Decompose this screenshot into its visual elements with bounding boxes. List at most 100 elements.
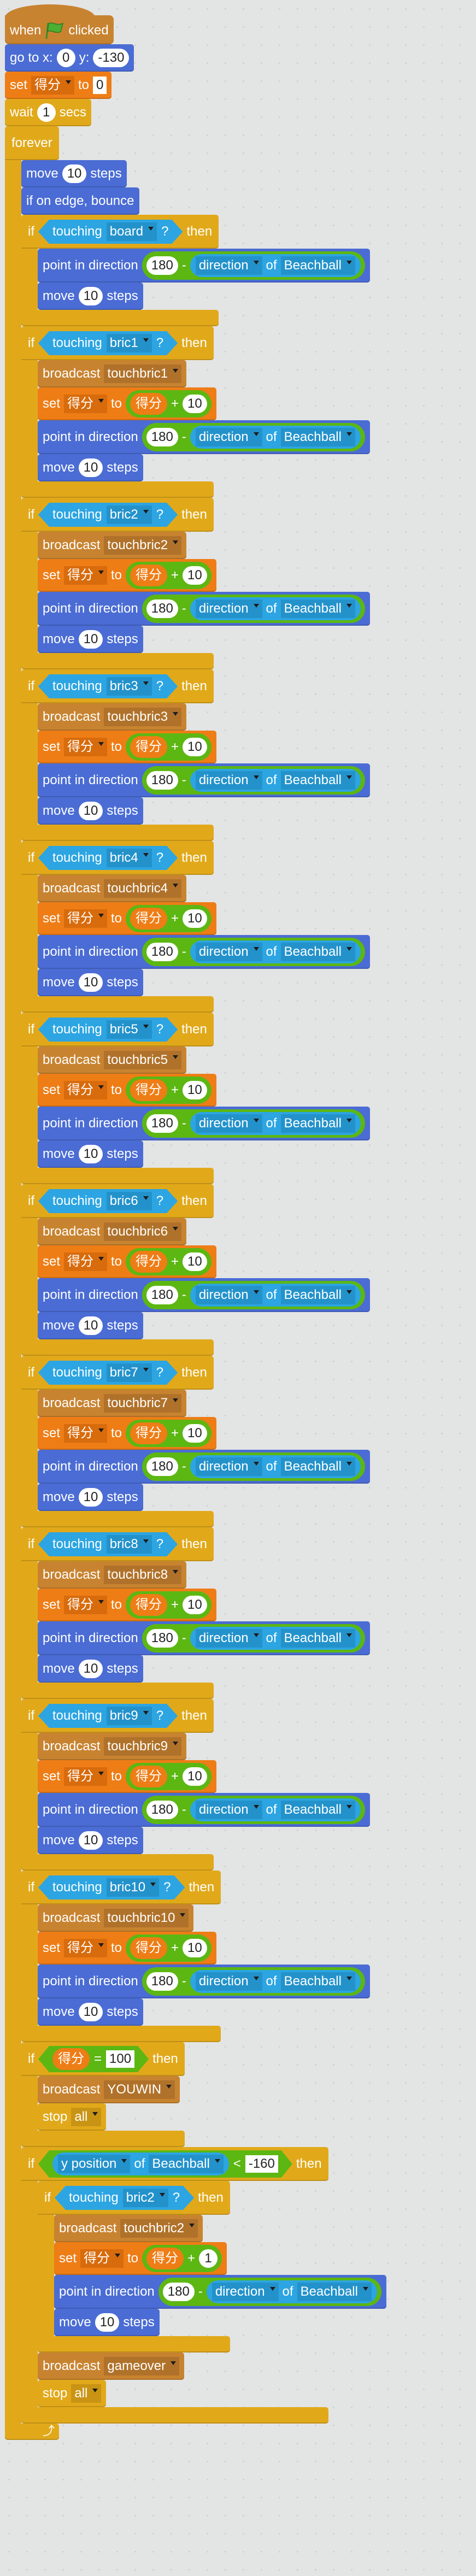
number-input[interactable]: 180 bbox=[162, 2283, 195, 2301]
set-block[interactable]: set 得分 to 得分 +10 bbox=[38, 1760, 216, 1793]
move-block[interactable]: move 10 steps bbox=[38, 1998, 143, 2026]
dropdown-bric8[interactable]: bric8 bbox=[107, 1535, 152, 1554]
text-input[interactable]: 100 bbox=[106, 2050, 134, 2068]
dropdown-direction[interactable]: direction bbox=[195, 943, 262, 961]
number-input[interactable]: 180 bbox=[146, 1286, 178, 1304]
number-input[interactable]: 10 bbox=[183, 1596, 207, 1614]
operators-reporter[interactable]: 180- direction of Beachball bbox=[142, 1796, 365, 1824]
operators-reporter[interactable]: 得分 +10 bbox=[126, 1591, 211, 1619]
dropdown-touchbric5[interactable]: touchbric5 bbox=[104, 1051, 182, 1069]
move-block[interactable]: move 10 steps bbox=[38, 283, 143, 310]
dropdown-arrow-icon[interactable] bbox=[173, 540, 179, 544]
if-block[interactable]: if touching bric2? then broadcast touchbric2 s… bbox=[21, 498, 370, 669]
dropdown-gameover[interactable]: gameover bbox=[104, 2357, 180, 2375]
dropdown-beachball[interactable]: Beachball bbox=[280, 1114, 355, 1133]
dropdown-youwin[interactable]: YOUWIN bbox=[104, 2080, 175, 2099]
dropdown-touchbric2[interactable]: touchbric2 bbox=[104, 536, 182, 555]
set-block[interactable]: set 得分 to 得分 +10 bbox=[38, 1932, 216, 1965]
variables-reporter[interactable]: 得分 bbox=[130, 1422, 168, 1444]
point-in-direction-block[interactable]: point in direction 180- direction of Beachba… bbox=[38, 1107, 370, 1140]
number-input[interactable]: 10 bbox=[183, 566, 207, 585]
sensing-boolean[interactable]: touching bric6? bbox=[38, 1189, 178, 1213]
if-block[interactable]: if touching bric3? then broadcast touchbric3 s… bbox=[21, 669, 370, 841]
dropdown-arrow-icon[interactable] bbox=[173, 1055, 179, 1059]
move-block[interactable]: move 10 steps bbox=[38, 626, 143, 653]
dropdown-touchbric8[interactable]: touchbric8 bbox=[104, 1566, 182, 1584]
dropdown-arrow-icon[interactable] bbox=[66, 80, 72, 84]
dropdown-arrow-icon[interactable] bbox=[143, 510, 149, 514]
sensing-reporter[interactable]: direction of Beachball bbox=[190, 1284, 361, 1307]
operators-reporter[interactable]: 180- direction of Beachball bbox=[142, 766, 365, 795]
dropdown-arrow-icon[interactable] bbox=[121, 2159, 127, 2163]
operators-reporter[interactable]: 得分 +10 bbox=[126, 562, 211, 589]
sensing-boolean[interactable]: touching bric4? bbox=[38, 846, 178, 870]
broadcast-block[interactable]: broadcast touchbric6 bbox=[38, 1218, 187, 1245]
dropdown-得分[interactable]: 得分 bbox=[31, 76, 75, 95]
dropdown-arrow-icon[interactable] bbox=[92, 2112, 98, 2116]
point-in-direction-block[interactable]: point in direction 180- direction of Beachba… bbox=[38, 1278, 370, 1312]
number-input[interactable]: 10 bbox=[78, 458, 103, 477]
operators-reporter[interactable]: 180- direction of Beachball bbox=[142, 251, 365, 280]
sensing-boolean[interactable]: touching bric2? bbox=[38, 503, 178, 527]
number-input[interactable]: 10 bbox=[183, 738, 207, 756]
number-input[interactable]: 180 bbox=[146, 1801, 178, 1819]
if-block-header[interactable]: if y position of Beachball < -160 then bbox=[21, 2147, 328, 2181]
if-block-header[interactable]: if touching bric2? then bbox=[38, 2181, 230, 2215]
number-input[interactable]: 10 bbox=[183, 1767, 207, 1786]
if-block[interactable]: if y position of Beachball < -160 then if touchi… bbox=[21, 2147, 386, 2424]
dropdown-arrow-icon[interactable] bbox=[346, 1977, 352, 1980]
dropdown-得分[interactable]: 得分 bbox=[64, 738, 108, 756]
if-block-header[interactable]: if touching board? then bbox=[21, 215, 219, 249]
variables-reporter[interactable]: 得分 bbox=[130, 1594, 168, 1616]
if-block[interactable]: if touching bric10? then broadcast touchbric1… bbox=[21, 1871, 370, 2042]
number-input[interactable]: 10 bbox=[78, 1316, 103, 1335]
operators-reporter[interactable]: 180- direction of Beachball bbox=[142, 1452, 365, 1481]
dropdown-arrow-icon[interactable] bbox=[346, 1119, 352, 1122]
dropdown-bric2[interactable]: bric2 bbox=[107, 505, 152, 524]
broadcast-block[interactable]: broadcast touchbric10 bbox=[38, 1904, 194, 1932]
dropdown-得分[interactable]: 得分 bbox=[80, 2249, 124, 2268]
dropdown-direction[interactable]: direction bbox=[195, 1629, 262, 1648]
number-input[interactable]: 10 bbox=[78, 2003, 103, 2021]
point-in-direction-block[interactable]: point in direction 180- direction of Beachba… bbox=[38, 935, 370, 969]
number-input[interactable]: 10 bbox=[183, 1081, 207, 1099]
dropdown-arrow-icon[interactable] bbox=[150, 1883, 156, 1886]
number-input[interactable]: 0 bbox=[56, 49, 75, 67]
operators-boolean[interactable]: y position of Beachball < -160 bbox=[38, 2150, 292, 2178]
if-block-header[interactable]: if touching bric8? then bbox=[21, 1527, 214, 1561]
if-block-header[interactable]: if touching bric6? then bbox=[21, 1184, 214, 1218]
dropdown-touchbric10[interactable]: touchbric10 bbox=[104, 1909, 189, 1927]
dropdown-arrow-icon[interactable] bbox=[98, 571, 104, 574]
point-in-direction-block[interactable]: point in direction 180- direction of Beachba… bbox=[38, 249, 370, 283]
dropdown-board[interactable]: board bbox=[107, 222, 157, 241]
number-input[interactable]: 180 bbox=[146, 1629, 178, 1648]
dropdown-得分[interactable]: 得分 bbox=[64, 566, 108, 585]
dropdown-arrow-icon[interactable] bbox=[143, 1025, 149, 1028]
broadcast-block[interactable]: broadcast touchbric3 bbox=[38, 703, 187, 731]
dropdown-得分[interactable]: 得分 bbox=[64, 1252, 108, 1271]
dropdown-beachball[interactable]: Beachball bbox=[280, 771, 355, 790]
if-block[interactable]: if touching bric6? then broadcast touchbric6 s… bbox=[21, 1184, 370, 1356]
number-input[interactable]: 10 bbox=[78, 1145, 103, 1163]
move-block[interactable]: move 10 steps bbox=[38, 797, 143, 825]
dropdown-arrow-icon[interactable] bbox=[253, 1290, 259, 1294]
dropdown-得分[interactable]: 得分 bbox=[64, 1596, 108, 1614]
operators-reporter[interactable]: 180- direction of Beachball bbox=[142, 1109, 365, 1138]
dropdown-direction[interactable]: direction bbox=[195, 1972, 262, 1991]
point-in-direction-block[interactable]: point in direction 180- direction of Beachba… bbox=[38, 1450, 370, 1484]
sensing-reporter[interactable]: direction of Beachball bbox=[190, 426, 361, 449]
dropdown-arrow-icon[interactable] bbox=[148, 227, 154, 231]
number-input[interactable]: 10 bbox=[183, 1939, 207, 1957]
dropdown-touchbric1[interactable]: touchbric1 bbox=[104, 364, 182, 383]
dropdown-arrow-icon[interactable] bbox=[143, 1539, 149, 1543]
move-block[interactable]: move 10 steps bbox=[38, 1312, 143, 1339]
dropdown-arrow-icon[interactable] bbox=[362, 2287, 368, 2291]
dropdown-arrow-icon[interactable] bbox=[166, 2085, 172, 2089]
dropdown-arrow-icon[interactable] bbox=[143, 853, 149, 857]
dropdown-arrow-icon[interactable] bbox=[189, 2224, 195, 2227]
dropdown-arrow-icon[interactable] bbox=[346, 1633, 352, 1637]
dropdown-arrow-icon[interactable] bbox=[143, 1196, 149, 1200]
dropdown-arrow-icon[interactable] bbox=[253, 947, 259, 951]
dropdown-bric6[interactable]: bric6 bbox=[107, 1192, 152, 1210]
dropdown-beachball[interactable]: Beachball bbox=[280, 256, 355, 275]
